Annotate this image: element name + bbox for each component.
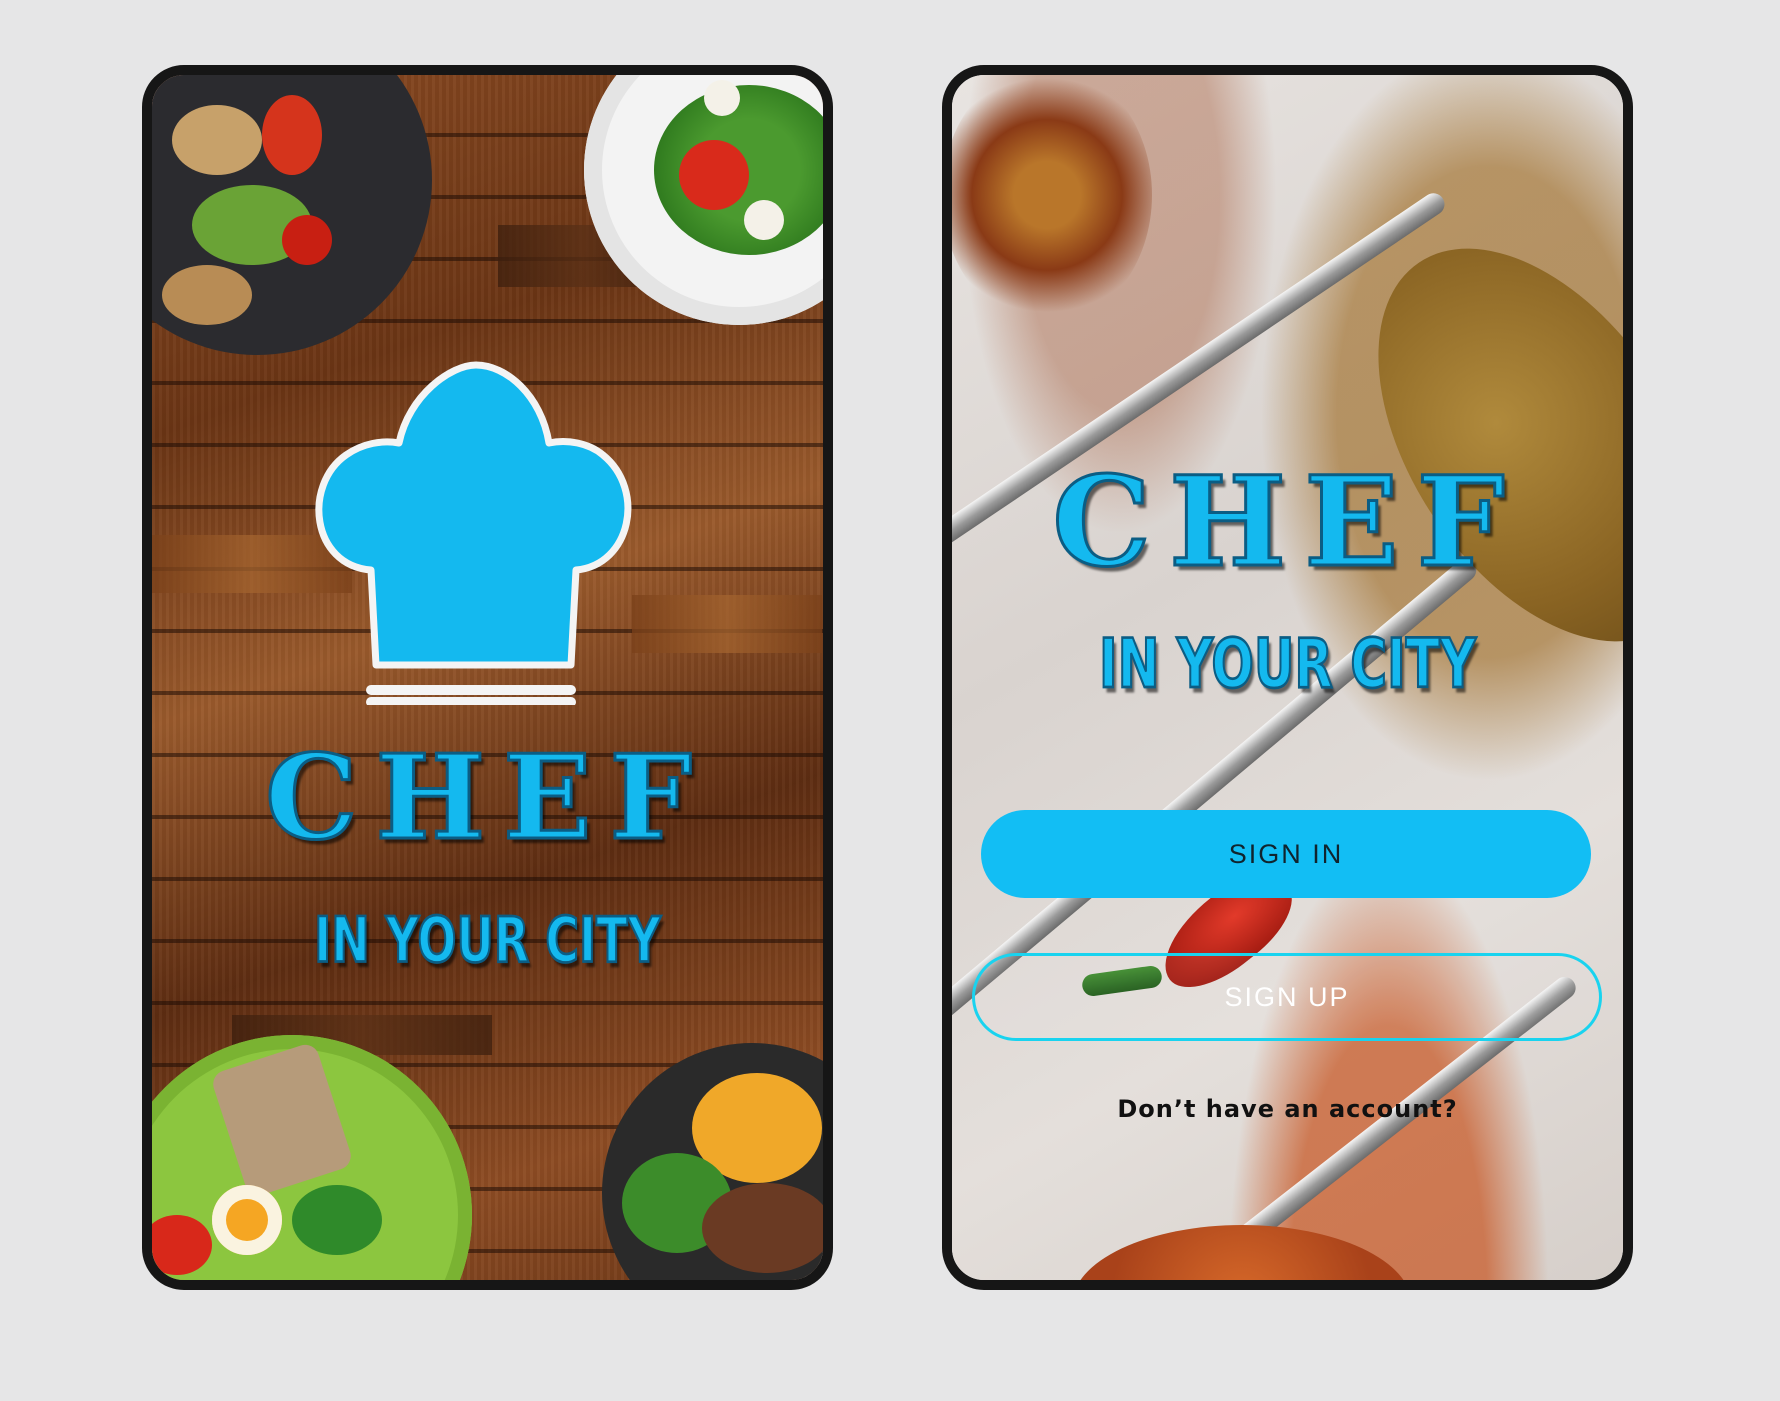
create-account-link[interactable]: Don’t have an account? bbox=[952, 1095, 1623, 1123]
auth-screen: CHEF IN YOUR CITY SIGN IN SIGN UP Don’t … bbox=[942, 65, 1633, 1290]
splash-screen: CHEF IN YOUR CITY bbox=[142, 65, 833, 1290]
wood-plank bbox=[632, 595, 822, 653]
logo-subtitle: IN YOUR CITY bbox=[313, 902, 662, 978]
chef-hat-icon bbox=[315, 361, 632, 705]
sign-in-button[interactable]: SIGN IN bbox=[981, 810, 1591, 898]
logo-subtitle: IN YOUR CITY bbox=[1098, 623, 1477, 704]
logo-title: CHEF bbox=[1051, 449, 1523, 597]
chili-flakes-image bbox=[952, 75, 1152, 325]
sign-up-button[interactable]: SIGN UP bbox=[972, 953, 1602, 1041]
logo-title: CHEF bbox=[264, 729, 710, 868]
